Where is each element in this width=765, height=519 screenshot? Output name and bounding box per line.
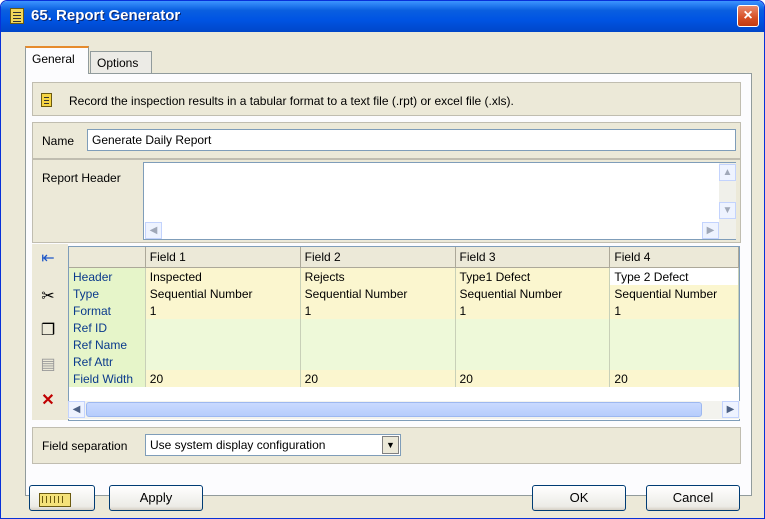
keyboard-icon — [39, 493, 71, 507]
row-label: Header — [69, 267, 146, 285]
table-row: Field Width 20 20 20 20 — [69, 370, 739, 387]
row-label: Type — [69, 285, 146, 302]
close-button[interactable]: × — [737, 5, 759, 27]
grid-cell[interactable]: Sequential Number — [300, 285, 456, 302]
grid-cell[interactable] — [145, 319, 301, 336]
report-header-label: Report Header — [42, 171, 121, 185]
window-title: 65. Report Generator — [31, 7, 181, 24]
field-separation-select[interactable]: Use system display configuration ▼ — [145, 434, 401, 456]
table-row: Ref ID — [69, 319, 739, 336]
table-row: Ref Name — [69, 336, 739, 353]
grid-cell[interactable] — [145, 336, 301, 353]
grid-cell[interactable]: Sequential Number — [609, 285, 739, 302]
row-label: Ref Name — [69, 336, 146, 353]
grid-hscroll[interactable]: ◀ ▶ — [68, 401, 740, 419]
grid-cell[interactable]: 1 — [300, 302, 456, 319]
grid-cell[interactable] — [145, 353, 301, 370]
paste-icon[interactable]: ▤ — [36, 354, 60, 376]
grid-cell[interactable]: 20 — [300, 370, 456, 387]
row-label: Format — [69, 302, 146, 319]
name-label: Name — [42, 134, 75, 148]
report-header-input[interactable] — [143, 162, 736, 240]
grid-cell[interactable] — [300, 319, 456, 336]
grid-header-row: Field 1 Field 2 Field 3 Field 4 — [69, 247, 739, 268]
field-separation-value: Use system display configuration — [150, 438, 326, 452]
table-row: Ref Attr — [69, 353, 739, 370]
row-label: Ref ID — [69, 319, 146, 336]
grid-cell[interactable] — [300, 336, 456, 353]
grid-cell[interactable]: 1 — [609, 302, 739, 319]
table-row: Type Sequential Number Sequential Number… — [69, 285, 739, 302]
name-group: Name Generate Daily Report — [32, 122, 741, 159]
row-label: Ref Attr — [69, 353, 146, 370]
grid-cell[interactable]: 1 — [455, 302, 611, 319]
column-header[interactable]: Field 3 — [455, 247, 611, 268]
cancel-button[interactable]: Cancel — [646, 485, 740, 511]
field-separation-group: Field separation Use system display conf… — [32, 427, 741, 464]
description-box: Record the inspection results in a tabul… — [32, 82, 741, 116]
grid-cell[interactable] — [455, 319, 611, 336]
copy-icon[interactable]: ❐ — [36, 320, 60, 342]
report-generator-window: 65. Report Generator × General Options R… — [0, 0, 765, 519]
grid-cell[interactable]: Sequential Number — [145, 285, 301, 302]
grid-cell[interactable]: Type 2 Defect — [609, 267, 739, 285]
chevron-down-icon[interactable]: ▼ — [382, 436, 399, 454]
column-header[interactable]: Field 4 — [609, 247, 739, 268]
scroll-left-icon[interactable]: ◀ — [68, 401, 85, 418]
scroll-left-icon[interactable]: ◀ — [145, 222, 162, 239]
report-header-vscroll[interactable]: ▲ ▼ — [719, 163, 736, 239]
ok-button[interactable]: OK — [532, 485, 626, 511]
report-icon — [10, 8, 24, 24]
grid-cell[interactable] — [300, 353, 456, 370]
field-separation-label: Field separation — [42, 439, 128, 453]
grid-cell[interactable] — [455, 336, 611, 353]
grid-cell[interactable]: 20 — [609, 370, 739, 387]
delete-icon[interactable]: ✕ — [36, 390, 60, 412]
field-grid[interactable]: Field 1 Field 2 Field 3 Field 4 Header I… — [68, 246, 740, 421]
description-text: Record the inspection results in a tabul… — [69, 94, 514, 108]
grid-cell[interactable]: Inspected — [145, 267, 301, 285]
tab-options[interactable]: Options — [90, 51, 152, 73]
keyboard-button[interactable] — [29, 485, 95, 511]
apply-button[interactable]: Apply — [109, 485, 203, 511]
title-bar[interactable]: 65. Report Generator × — [1, 1, 764, 32]
grid-cell[interactable]: Type1 Defect — [455, 267, 611, 285]
scroll-right-icon[interactable]: ▶ — [702, 222, 719, 239]
scroll-up-icon[interactable]: ▲ — [719, 164, 736, 181]
report-icon — [41, 93, 52, 107]
grid-cell[interactable] — [609, 319, 739, 336]
grid-cell[interactable] — [609, 353, 739, 370]
insert-field-icon[interactable]: ⇤ — [36, 248, 60, 270]
name-input[interactable]: Generate Daily Report — [87, 129, 736, 151]
grid-corner — [69, 247, 146, 268]
report-header-group: Report Header ▲ ▼ ◀ ▶ — [32, 159, 741, 243]
scroll-down-icon[interactable]: ▼ — [719, 202, 736, 219]
column-header[interactable]: Field 2 — [300, 247, 456, 268]
column-header[interactable]: Field 1 — [145, 247, 301, 268]
grid-cell[interactable]: Sequential Number — [455, 285, 611, 302]
grid-cell[interactable]: 1 — [145, 302, 301, 319]
grid-cell[interactable]: 20 — [455, 370, 611, 387]
grid-cell[interactable] — [455, 353, 611, 370]
grid-cell[interactable]: 20 — [145, 370, 301, 387]
cut-icon[interactable]: ✂ — [36, 286, 60, 308]
table-row: Header Inspected Rejects Type1 Defect Ty… — [69, 267, 739, 285]
tab-general[interactable]: General — [25, 46, 89, 74]
scroll-right-icon[interactable]: ▶ — [722, 401, 739, 418]
scroll-thumb[interactable] — [86, 402, 702, 417]
table-row: Format 1 1 1 1 — [69, 302, 739, 319]
grid-cell[interactable]: Rejects — [300, 267, 456, 285]
grid-toolbar: ⇤ ✂ ❐ ▤ ✕ — [32, 244, 68, 420]
row-label: Field Width — [69, 370, 146, 387]
grid-cell[interactable] — [609, 336, 739, 353]
